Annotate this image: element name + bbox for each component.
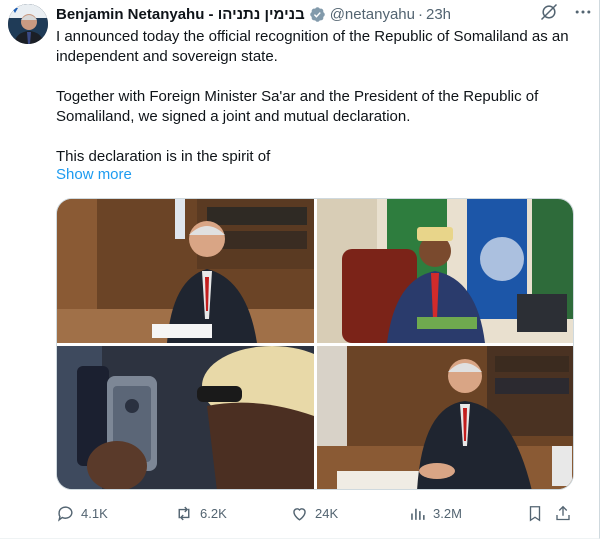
repost-button[interactable]: 6.2K: [174, 502, 227, 524]
reply-count: 4.1K: [81, 505, 108, 521]
bookmark-icon: [526, 504, 544, 523]
tweet-paragraph: This declaration is in the spirit of: [56, 148, 271, 165]
author-avatar[interactable]: [8, 4, 48, 44]
author-handle[interactable]: @netanyahu: [330, 6, 415, 23]
reply-button[interactable]: 4.1K: [56, 502, 108, 524]
like-icon: [290, 504, 309, 523]
timestamp[interactable]: 23h: [426, 6, 451, 23]
tweet-paragraph: I announced today the official recogniti…: [56, 28, 569, 65]
like-button[interactable]: 24K: [290, 502, 338, 524]
like-count: 24K: [315, 505, 339, 521]
repost-count: 6.2K: [200, 505, 227, 521]
tweet-actions: 4.1K 6.2K 24K 3.2M: [56, 502, 576, 526]
tweet-header: Benjamin Netanyahu - בנימין נתניהו @neta…: [56, 3, 589, 25]
tweet-text: I announced today the official recogniti…: [56, 27, 576, 167]
reply-icon: [56, 504, 75, 523]
media-photo-4[interactable]: [317, 346, 573, 489]
media-photo-2[interactable]: [317, 199, 573, 343]
show-more-link[interactable]: Show more: [56, 166, 132, 183]
separator-dot: ·: [418, 5, 423, 23]
media-photo-1[interactable]: [57, 199, 314, 343]
views-count: 3.2M: [433, 505, 462, 521]
header-actions: [539, 2, 593, 27]
share-button[interactable]: [554, 502, 572, 524]
media-photo-3[interactable]: [57, 346, 314, 489]
share-icon: [554, 504, 572, 523]
media-grid: [56, 198, 574, 490]
bookmark-button[interactable]: [526, 502, 544, 524]
more-icon[interactable]: [573, 2, 593, 27]
tweet-paragraph: Together with Foreign Minister Sa'ar and…: [56, 88, 539, 125]
tweet-card[interactable]: Benjamin Netanyahu - בנימין נתניהו @neta…: [0, 0, 600, 539]
views-icon: [408, 504, 427, 523]
verified-badge-icon: [309, 6, 326, 23]
views-button[interactable]: 3.2M: [408, 502, 462, 524]
repost-icon: [174, 504, 194, 523]
grok-icon[interactable]: [539, 2, 559, 27]
author-name[interactable]: Benjamin Netanyahu - בנימין נתניהו: [56, 6, 305, 23]
